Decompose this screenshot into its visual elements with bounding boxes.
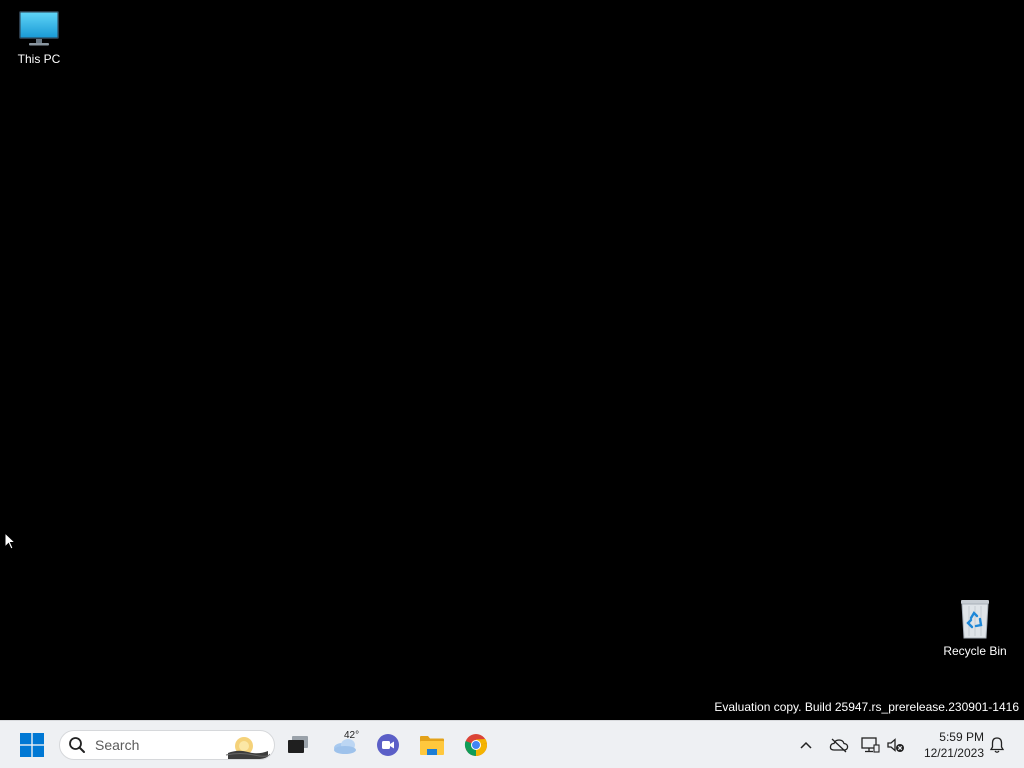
windows-logo-icon (20, 733, 44, 757)
network-icon (861, 737, 880, 753)
chrome-button[interactable] (456, 725, 496, 765)
show-hidden-icons-button[interactable] (792, 725, 820, 765)
volume-muted-icon (887, 738, 904, 752)
desktop: This PC Recycle Bin Evaluation copy. Bui… (0, 0, 1024, 720)
cloud-offline-icon (829, 738, 849, 753)
taskbar: Search 42° 5:59 PM 12/21/2023 (0, 720, 1024, 768)
task-view-button[interactable] (278, 725, 318, 765)
meet-button[interactable] (368, 725, 408, 765)
search-placeholder: Search (95, 737, 140, 753)
file-explorer-button[interactable] (412, 725, 452, 765)
weather-temperature: 42° (344, 730, 360, 741)
chevron-up-icon (800, 741, 812, 749)
clock-time: 5:59 PM (939, 730, 984, 744)
notifications-button[interactable] (984, 725, 1010, 765)
this-pc-shortcut[interactable]: This PC (1, 8, 77, 66)
bell-icon (989, 737, 1005, 753)
task-view-icon (288, 736, 308, 753)
chrome-icon (464, 734, 488, 756)
start-button[interactable] (12, 725, 52, 765)
taskbar-search-box[interactable]: Search (59, 730, 275, 760)
clock[interactable]: 5:59 PM 12/21/2023 (912, 729, 984, 761)
this-pc-label: This PC (17, 52, 61, 66)
volume-button[interactable] (882, 725, 910, 765)
clock-date: 12/21/2023 (923, 746, 984, 760)
video-camera-icon (377, 734, 399, 756)
folder-icon (420, 736, 444, 755)
recycle-bin-icon (961, 600, 989, 639)
search-highlight-art-icon (225, 737, 270, 759)
mouse-cursor-icon (4, 532, 16, 550)
search-icon (69, 737, 85, 753)
evaluation-watermark: Evaluation copy. Build 25947.rs_prerelea… (714, 700, 1019, 714)
recycle-bin-label: Recycle Bin (943, 644, 1007, 658)
network-status-button[interactable] (856, 725, 884, 765)
onedrive-status-button[interactable] (825, 725, 853, 765)
recycle-bin-shortcut[interactable]: Recycle Bin (937, 596, 1013, 658)
monitor-icon (19, 11, 59, 46)
